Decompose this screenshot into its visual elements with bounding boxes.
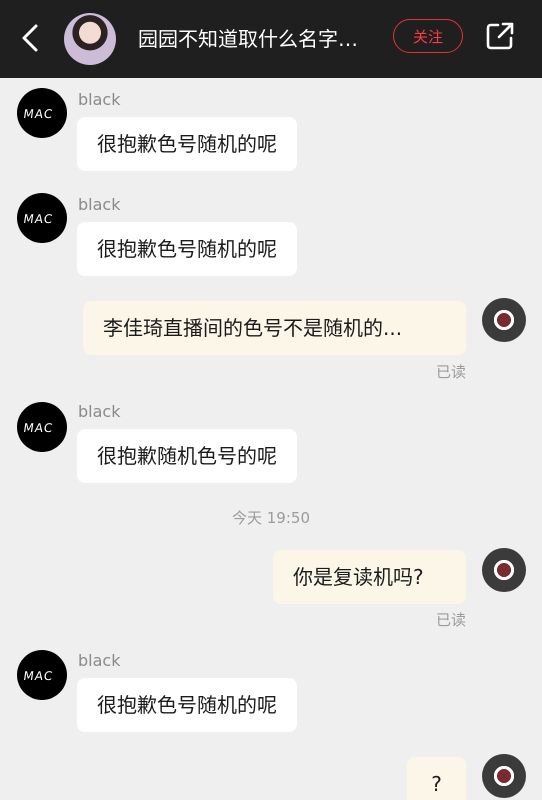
- mac-avatar[interactable]: MAC: [17, 193, 67, 243]
- outgoing-message[interactable]: 李佳琦直播间的色号不是随机的...: [83, 301, 466, 355]
- outgoing-message[interactable]: 你是复读机吗?: [273, 550, 466, 604]
- user-avatar[interactable]: [482, 298, 526, 342]
- mac-logo-icon: MAC: [23, 212, 55, 226]
- contact-name: 园园不知道取什么名字…: [138, 27, 358, 51]
- user-avatar[interactable]: [482, 548, 526, 592]
- svg-text:MAC: MAC: [23, 107, 55, 121]
- mac-avatar[interactable]: MAC: [17, 402, 67, 452]
- back-button[interactable]: [14, 20, 50, 56]
- sender-name: black: [78, 195, 121, 214]
- mac-logo-icon: MAC: [23, 107, 55, 121]
- incoming-message[interactable]: 很抱歉随机色号的呢: [77, 429, 297, 483]
- mac-logo-icon: MAC: [23, 421, 55, 435]
- incoming-message[interactable]: 很抱歉色号随机的呢: [77, 222, 297, 276]
- svg-text:MAC: MAC: [23, 421, 55, 435]
- sender-name: black: [78, 402, 121, 421]
- sender-name: black: [78, 90, 121, 109]
- incoming-message[interactable]: 很抱歉色号随机的呢: [77, 678, 297, 732]
- follow-button[interactable]: 关注: [393, 19, 463, 53]
- chevron-left-icon: [22, 24, 38, 52]
- share-icon: [486, 22, 514, 50]
- mac-avatar[interactable]: MAC: [17, 650, 67, 700]
- message-timestamp: 今天 19:50: [232, 509, 310, 527]
- svg-text:MAC: MAC: [23, 669, 55, 683]
- share-button[interactable]: [482, 18, 518, 54]
- chat-header: 园园不知道取什么名字… 关注: [0, 0, 542, 78]
- sender-name: black: [78, 651, 121, 670]
- outgoing-message[interactable]: ?: [407, 757, 466, 800]
- svg-text:MAC: MAC: [23, 212, 55, 226]
- contact-avatar[interactable]: [64, 13, 116, 65]
- mac-logo-icon: MAC: [23, 669, 55, 683]
- incoming-message[interactable]: 很抱歉色号随机的呢: [77, 117, 297, 171]
- mac-avatar[interactable]: MAC: [17, 88, 67, 138]
- user-avatar[interactable]: [482, 754, 526, 798]
- chat-screen: 园园不知道取什么名字… 关注 MAC black 很抱歉色号随机的呢 MAC b…: [0, 0, 542, 800]
- read-status: 已读: [436, 363, 467, 381]
- read-status: 已读: [436, 611, 467, 629]
